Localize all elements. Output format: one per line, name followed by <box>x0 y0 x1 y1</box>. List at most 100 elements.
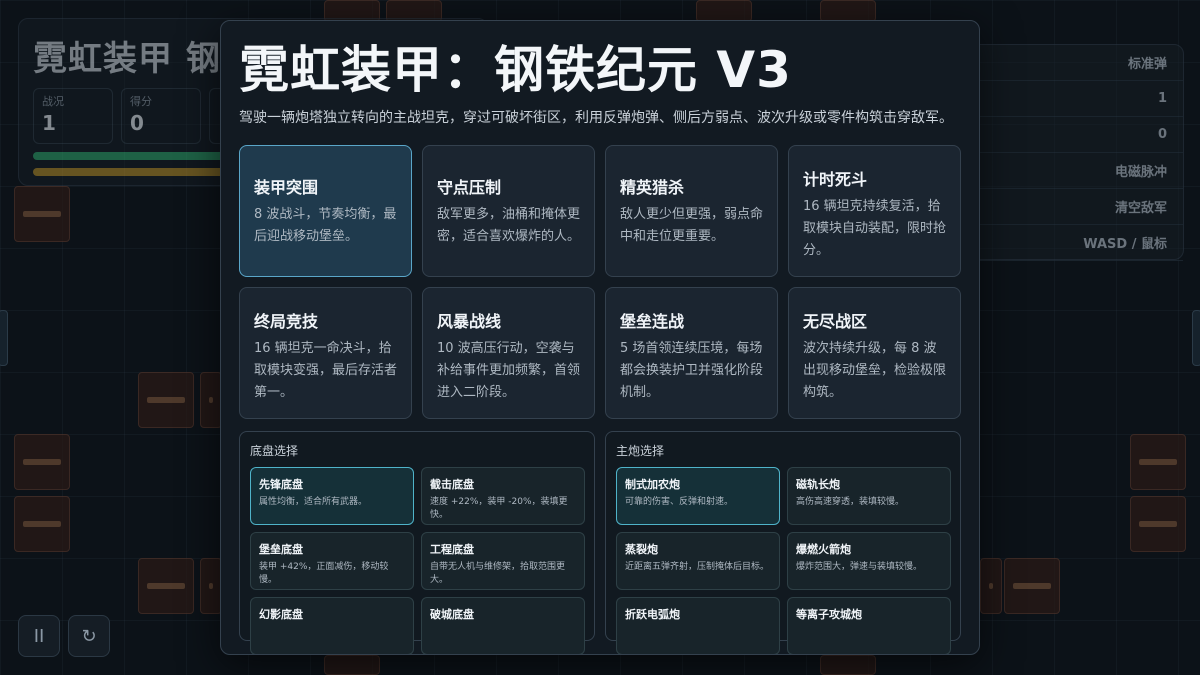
start-menu-modal: 霓虹装甲：钢铁纪元 V3 驾驶一辆炮塔独立转向的主战坦克，穿过可破坏街区，利用反… <box>220 20 980 655</box>
mode-card-point-suppression[interactable]: 守点压制 敌军更多，油桶和掩体更密，适合喜欢爆炸的人。 <box>422 145 595 277</box>
loadout-skill: 电磁脉冲 <box>979 153 1183 189</box>
chassis-option[interactable]: 截击底盘 速度 +22%，装甲 -20%，装填更快。 <box>421 467 585 525</box>
game-title: 霓虹装甲：钢铁纪元 V3 <box>239 41 792 99</box>
loadout-ammo: 标准弹 <box>979 45 1183 81</box>
stat-value: 1 <box>42 111 56 135</box>
mode-card-final-arena[interactable]: 终局竞技 16 辆坦克一命决斗，拾取模块变强，最后存活者第一。 <box>239 287 412 419</box>
energy-bar <box>33 168 233 176</box>
destructible-block <box>324 655 380 675</box>
chassis-selector: 底盘选择 先锋底盘 属性均衡，适合所有武器。 截击底盘 速度 +22%，装甲 -… <box>239 431 595 654</box>
destructible-block <box>1130 496 1186 552</box>
mode-card-storm-front[interactable]: 风暴战线 10 波高压行动，空袭与补给事件更加频繁，首领进入二阶段。 <box>422 287 595 419</box>
chassis-option[interactable]: 堡垒底盘 装甲 +42%，正面减伤，移动较慢。 <box>250 532 414 590</box>
mode-name: 终局竞技 <box>254 312 319 331</box>
destructible-block <box>138 558 194 614</box>
mode-card-fortress-series[interactable]: 堡垒连战 5 场首领连续压境，每场都会换装护卫并强化阶段机制。 <box>605 287 778 419</box>
cannon-selector: 主炮选择 制式加农炮 可靠的伤害、反弹和射速。 磁轨长炮 高伤高速穿透，装填较慢… <box>605 431 961 654</box>
loadout-panel: 标准弹 1 0 电磁脉冲 清空敌军 WASD / 鼠标 <box>978 44 1184 261</box>
pause-icon: II <box>33 625 45 647</box>
option-name: 爆燃火箭炮 <box>796 543 851 556</box>
restart-icon: ↻ <box>81 625 97 647</box>
mode-name: 计时死斗 <box>803 170 868 189</box>
stat-box-status: 战况 1 <box>33 88 113 144</box>
right-edge-tab <box>1192 310 1200 366</box>
option-description: 装甲 +42%，正面减伤，移动较慢。 <box>259 562 389 585</box>
stat-label: 战况 <box>42 95 64 108</box>
cannon-heading: 主炮选择 <box>616 444 665 458</box>
mode-description: 16 辆坦克持续复活，拾取模块自动装配，限时抢分。 <box>803 199 947 258</box>
mode-name: 精英猎杀 <box>620 178 685 197</box>
destructible-block <box>1004 558 1060 614</box>
mode-description: 16 辆坦克一命决斗，拾取模块变强，最后存活者第一。 <box>254 341 398 400</box>
destructible-block <box>980 558 1002 614</box>
mode-card-timed-deathmatch[interactable]: 计时死斗 16 辆坦克持续复活，拾取模块自动装配，限时抢分。 <box>788 145 961 277</box>
option-description: 自带无人机与维修架，拾取范围更大。 <box>430 562 566 585</box>
cannon-option[interactable]: 爆燃火箭炮 爆炸范围大，弹速与装填较慢。 <box>787 532 951 590</box>
mode-card-elite-hunt[interactable]: 精英猎杀 敌人更少但更强，弱点命中和走位更重要。 <box>605 145 778 277</box>
stat-value: 0 <box>130 111 144 135</box>
destructible-block <box>200 372 222 428</box>
stat-box-score: 得分 0 <box>121 88 201 144</box>
restart-button[interactable]: ↻ <box>68 615 110 657</box>
loadout-value: 1 <box>979 81 1183 117</box>
stat-label: 得分 <box>130 95 152 108</box>
mode-card-armored-breakout[interactable]: 装甲突围 8 波战斗，节奏均衡，最后迎战移动堡垒。 <box>239 145 412 277</box>
option-name: 工程底盘 <box>430 543 474 556</box>
mode-description: 5 场首领连续压境，每场都会换装护卫并强化阶段机制。 <box>620 341 764 400</box>
destructible-block <box>820 655 876 675</box>
destructible-block <box>14 186 70 242</box>
option-name: 等离子攻城炮 <box>796 608 862 621</box>
mode-card-endless-zone[interactable]: 无尽战区 波次持续升级，每 8 波出现移动堡垒，检验极限构筑。 <box>788 287 961 419</box>
chassis-option[interactable]: 先锋底盘 属性均衡，适合所有武器。 <box>250 467 414 525</box>
chassis-option[interactable]: 破城底盘 <box>421 597 585 654</box>
mode-name: 无尽战区 <box>803 312 868 331</box>
loadout-controls: WASD / 鼠标 <box>979 225 1183 261</box>
mode-name: 守点压制 <box>437 178 502 197</box>
option-name: 磁轨长炮 <box>796 478 840 491</box>
option-name: 截击底盘 <box>430 478 474 491</box>
mode-description: 波次持续升级，每 8 波出现移动堡垒，检验极限构筑。 <box>803 341 947 400</box>
destructible-block <box>696 0 752 31</box>
chassis-option[interactable]: 工程底盘 自带无人机与维修架，拾取范围更大。 <box>421 532 585 590</box>
option-description: 速度 +22%，装甲 -20%，装填更快。 <box>430 497 568 520</box>
health-bar <box>33 152 233 160</box>
option-name: 先锋底盘 <box>259 478 303 491</box>
option-name: 破城底盘 <box>430 608 474 621</box>
destructible-block <box>200 558 222 614</box>
option-description: 属性均衡，适合所有武器。 <box>259 497 368 507</box>
option-name: 堡垒底盘 <box>259 543 303 556</box>
mode-name: 装甲突围 <box>254 178 319 197</box>
mode-grid: 装甲突围 8 波战斗，节奏均衡，最后迎战移动堡垒。 守点压制 敌军更多，油桶和掩… <box>239 145 961 419</box>
option-description: 可靠的伤害、反弹和射速。 <box>625 497 734 507</box>
loadout-selectors: 底盘选择 先锋底盘 属性均衡，适合所有武器。 截击底盘 速度 +22%，装甲 -… <box>239 431 961 654</box>
chassis-option[interactable]: 幻影底盘 <box>250 597 414 654</box>
cannon-option[interactable]: 折跃电弧炮 <box>616 597 780 654</box>
mode-name: 风暴战线 <box>437 312 502 331</box>
cannon-option[interactable]: 蒸裂炮 近距离五弹齐射，压制掩体后目标。 <box>616 532 780 590</box>
option-name: 折跃电弧炮 <box>625 608 680 621</box>
destructible-block <box>14 434 70 490</box>
loadout-value: 0 <box>979 117 1183 153</box>
option-name: 制式加农炮 <box>625 478 680 491</box>
option-description: 高伤高速穿透，装填较慢。 <box>796 497 905 507</box>
destructible-block <box>138 372 194 428</box>
mode-description: 敌军更多，油桶和掩体更密，适合喜欢爆炸的人。 <box>437 207 581 244</box>
loadout-objective: 清空敌军 <box>979 189 1183 225</box>
option-description: 爆炸范围大，弹速与装填较慢。 <box>796 562 923 572</box>
mode-description: 敌人更少但更强，弱点命中和走位更重要。 <box>620 207 764 244</box>
chassis-heading: 底盘选择 <box>250 444 299 458</box>
mode-description: 8 波战斗，节奏均衡，最后迎战移动堡垒。 <box>254 207 397 244</box>
cannon-option[interactable]: 磁轨长炮 高伤高速穿透，装填较慢。 <box>787 467 951 525</box>
mode-description: 10 波高压行动，空袭与补给事件更加频繁，首领进入二阶段。 <box>437 341 581 400</box>
destructible-block <box>14 496 70 552</box>
destructible-block <box>820 0 876 31</box>
cannon-option[interactable]: 等离子攻城炮 <box>787 597 951 654</box>
option-name: 幻影底盘 <box>259 608 303 621</box>
option-name: 蒸裂炮 <box>625 543 658 556</box>
cannon-option[interactable]: 制式加农炮 可靠的伤害、反弹和射速。 <box>616 467 780 525</box>
game-description: 驾驶一辆炮塔独立转向的主战坦克，穿过可破坏街区，利用反弹炮弹、侧后方弱点、波次升… <box>239 110 953 126</box>
mode-name: 堡垒连战 <box>620 312 685 331</box>
destructible-block <box>1130 434 1186 490</box>
option-description: 近距离五弹齐射，压制掩体后目标。 <box>625 562 770 572</box>
pause-button[interactable]: II <box>18 615 60 657</box>
